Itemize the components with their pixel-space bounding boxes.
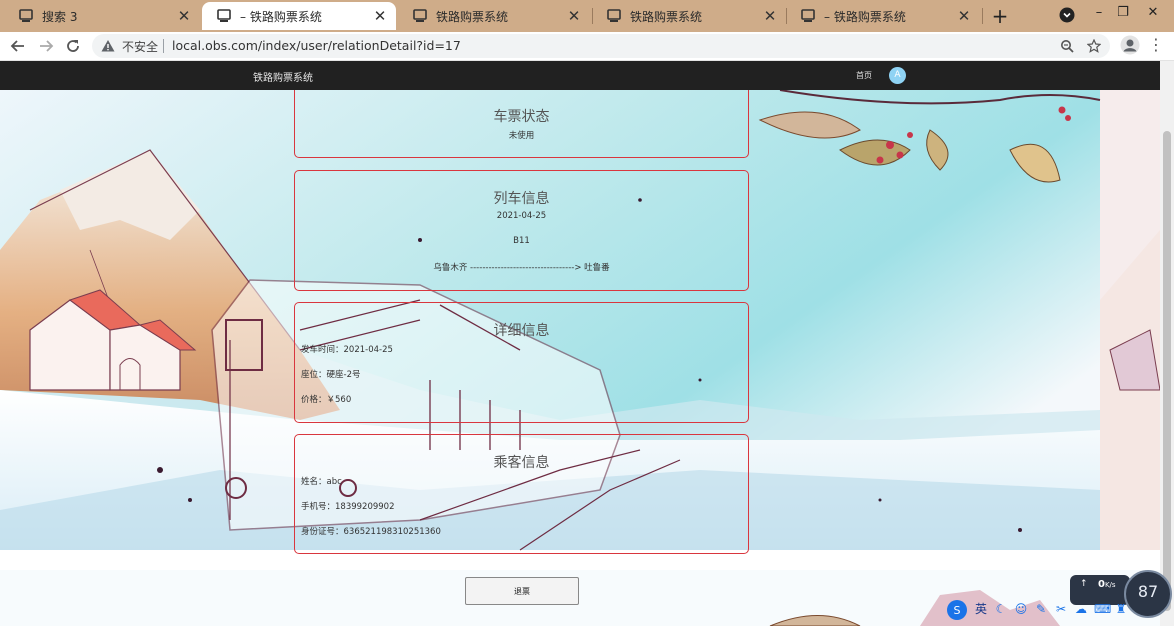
browser-tab-1[interactable]: 搜索 3 ✕ [4,2,200,30]
arrow-right-icon [40,40,54,52]
arrow-left-icon [10,40,24,52]
ime-language-label[interactable]: 英 [974,602,988,616]
card-title: 车票状态 [493,109,550,125]
browser-tab-strip: 搜索 3 ✕ – 铁路购票系统 ✕ 铁路购票系统 ✕ 铁路购票系统 ✕ – 铁路… [0,0,1174,32]
price-value: ￥560 [326,395,352,405]
keyboard-icon[interactable]: ⌨ [1094,602,1111,616]
train-date: 2021-04-25 [496,211,547,221]
magnify-icon[interactable] [1058,37,1076,55]
monitor-icon [413,9,427,22]
refund-button[interactable]: 退票 [465,577,579,605]
forward-button[interactable] [35,35,57,57]
gauge-value: 87 [1137,582,1159,601]
moon-icon[interactable]: ☾ [994,602,1008,616]
ticket-status-card: 车票状态 未使用 [294,83,749,158]
page-viewport: 铁路购票系统 首页 A 车票状态 未使用 列车信息 2021-04-25 B11… [0,61,1160,626]
field-label: 发车时间： [301,345,344,355]
svg-text:S: S [954,604,961,617]
seat-row: 座位：硬座-2号 [301,368,361,380]
field-label: 手机号： [301,502,336,512]
network-speed-value: 0K/s [1098,579,1116,590]
security-label[interactable]: 不安全 [122,38,158,55]
site-navbar: 铁路购票系统 首页 A [0,61,1160,90]
browser-tab-2[interactable]: – 铁路购票系统 ✕ [202,2,396,30]
browser-tab-5[interactable]: – 铁路购票系统 ✕ [786,2,980,30]
window-close-button[interactable]: ✕ [1140,2,1166,24]
pen-icon[interactable]: ✎ [1034,602,1048,616]
browser-tab-4[interactable]: 铁路购票系统 ✕ [592,2,786,30]
train-route: 乌鲁木齐 ---------------------------------->… [433,263,610,273]
reload-icon [67,40,79,52]
field-label: 姓名： [301,477,327,487]
tab-divider [982,8,983,24]
price-row: 价格：￥560 [301,393,351,405]
kebab-menu-icon[interactable]: ⋮ [1148,35,1164,55]
address-bar[interactable]: 不安全 local.obs.com/index/user/relationDet… [92,34,1110,58]
person-icon[interactable] [1120,35,1140,55]
new-tab-button[interactable]: + [988,4,1012,28]
monitor-icon [217,9,231,22]
tab-label: 搜索 3 [42,9,78,24]
ime-logo-icon[interactable]: S [946,599,968,621]
tab-label: 铁路购票系统 [436,9,509,24]
site-brand[interactable]: 铁路购票系统 [253,69,313,84]
passenger-id-value: 636521198310251360 [343,527,441,537]
monitor-icon [19,9,33,22]
passenger-name-row: 姓名：abc [301,475,342,487]
tab-label: – 铁路购票系统 [824,9,906,24]
tab-label: – 铁路购票系统 [240,9,322,24]
ticket-status-value: 未使用 [508,131,535,141]
restore-button[interactable]: ❐ [1110,2,1136,24]
passenger-name-value: abc [326,477,342,487]
card-title: 列车信息 [493,191,550,207]
warning-triangle-icon [101,40,115,52]
divider [163,39,164,53]
reload-button[interactable] [62,35,84,57]
close-icon[interactable]: ✕ [956,8,972,24]
passenger-phone-row: 手机号：18399209902 [301,500,395,512]
close-icon[interactable]: ✕ [176,8,192,24]
close-icon[interactable]: ✕ [372,8,388,24]
scissors-icon[interactable]: ✂ [1054,602,1068,616]
emoji-icon[interactable]: ☺ [1014,602,1028,616]
scrollbar-thumb[interactable] [1163,131,1171,611]
profile-menu-icon[interactable] [1059,7,1075,23]
passenger-info-card: 乘客信息 姓名：abc 手机号：18399209902 身份证号：6365211… [294,434,749,554]
departure-time-value: 2021-04-25 [343,345,393,355]
detail-info-card: 详细信息 发车时间：2021-04-25 座位：硬座-2号 价格：￥560 [294,302,749,423]
back-button[interactable] [7,35,29,57]
train-number: B11 [513,236,530,246]
nav-home-link[interactable]: 首页 [856,70,872,81]
performance-gauge[interactable]: 87 [1124,570,1172,618]
page-scrollbar[interactable] [1160,61,1174,626]
card-title: 详细信息 [493,323,550,339]
seat-value: 硬座-2号 [326,370,361,380]
user-avatar[interactable]: A [889,67,906,84]
field-label: 身份证号： [301,527,344,537]
passenger-phone-value: 18399209902 [335,502,395,512]
close-icon[interactable]: ✕ [566,8,582,24]
monitor-icon [607,9,621,22]
passenger-id-row: 身份证号：636521198310251360 [301,525,441,537]
minimize-button[interactable]: – [1086,2,1112,24]
close-icon[interactable]: ✕ [762,8,778,24]
departure-time-row: 发车时间：2021-04-25 [301,343,393,355]
browser-toolbar: 不安全 local.obs.com/index/user/relationDet… [0,32,1174,61]
browser-tab-3[interactable]: 铁路购票系统 ✕ [398,2,590,30]
card-title: 乘客信息 [493,455,550,471]
upload-arrow-icon: ↑ [1080,579,1088,589]
cloud-icon[interactable]: ☁ [1074,602,1088,616]
star-icon[interactable] [1085,37,1103,55]
tab-label: 铁路购票系统 [630,9,703,24]
monitor-icon [801,9,815,22]
train-info-card: 列车信息 2021-04-25 B11 乌鲁木齐 ---------------… [294,170,749,291]
field-label: 价格： [301,395,327,405]
field-label: 座位： [301,370,327,380]
url-text[interactable]: local.obs.com/index/user/relationDetail?… [172,38,461,53]
